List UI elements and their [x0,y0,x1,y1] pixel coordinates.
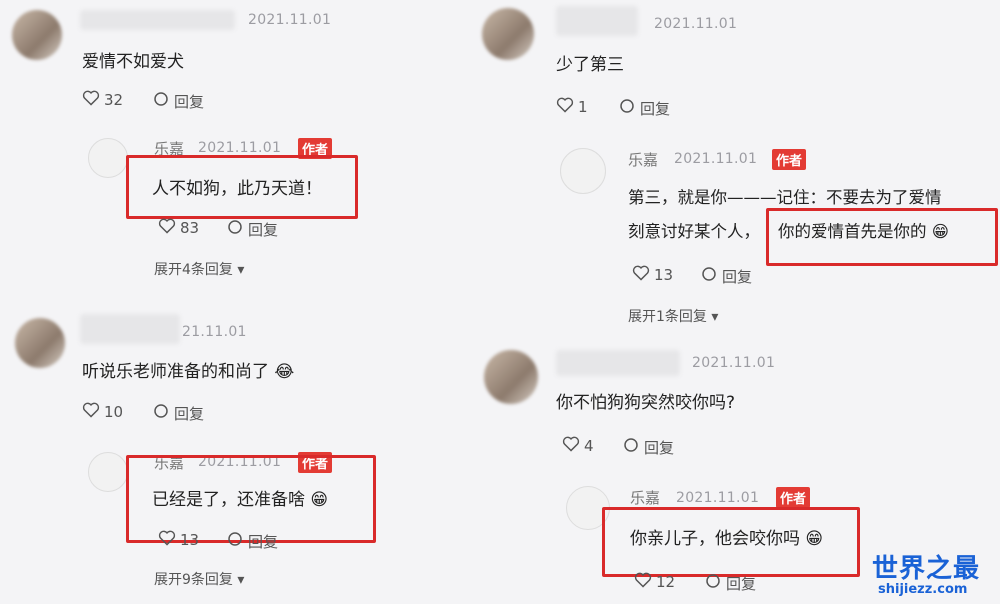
author-avatar[interactable] [88,452,128,492]
commenter-avatar[interactable] [484,350,538,404]
reply-label: 回复 [248,532,279,551]
watermark-url: shijiezz.com [878,582,968,597]
comment-bubble-icon [700,265,718,287]
reply-label: 回复 [640,99,671,118]
like-count: 32 [104,91,124,109]
comment-timestamp: 2021.11.01 [654,16,738,32]
watermark-logo: 世界之最 [872,554,981,584]
reply-button[interactable]: 回复 [622,436,674,458]
heart-icon [158,218,176,238]
heart-icon [82,90,100,110]
like-button[interactable]: 83 [158,218,199,238]
comment-bubble-icon [152,402,170,424]
caret-down-icon: ▾ [711,309,719,325]
like-button[interactable]: 13 [158,530,199,550]
comment-bubble-icon [704,572,722,594]
reply-button[interactable]: 回复 [226,530,278,552]
expand-label: 展开1条回复 [628,309,707,325]
commenter-name-blurred [80,314,180,344]
commenter-avatar[interactable] [15,318,65,368]
like-button[interactable]: 4 [562,436,594,456]
reply-timestamp: 2021.11.01 [676,490,760,506]
heart-icon [634,572,652,592]
highlight-box [126,155,358,219]
reply-button[interactable]: 回复 [152,402,204,424]
like-count: 4 [584,437,594,455]
reply-timestamp: 2021.11.01 [198,140,282,156]
expand-replies-button[interactable]: 展开1条回复 ▾ [628,306,718,326]
like-count: 13 [654,266,674,284]
highlight-box [602,507,860,577]
author-name[interactable]: 乐嘉 [630,487,660,508]
heart-icon [82,402,100,422]
expand-label: 展开9条回复 [154,572,233,588]
commenter-avatar[interactable] [12,10,62,60]
reply-timestamp: 2021.11.01 [674,151,758,167]
comment-timestamp: 2021.11.01 [248,12,332,28]
commenter-name-blurred [80,10,235,30]
like-button[interactable]: 32 [82,90,123,110]
comment-bubble-icon [152,90,170,112]
author-avatar[interactable] [88,138,128,178]
heart-icon [158,530,176,550]
reply-button[interactable]: 回复 [618,97,670,119]
like-count: 83 [180,219,200,237]
comment-bubble-icon [226,218,244,240]
comment-text: 爱情不如爱犬 [82,52,184,72]
reply-button[interactable]: 回复 [226,218,278,240]
reply-label: 回复 [644,438,675,457]
reply-button[interactable]: 回复 [700,265,752,287]
author-badge: 作者 [772,149,807,170]
reply-button[interactable]: 回复 [152,90,204,112]
like-button[interactable]: 13 [632,265,673,285]
laughing-emoji-icon: 😂 [274,362,295,382]
comment-text: 你不怕狗狗突然咬你吗? [556,393,736,413]
reply-label: 回复 [174,92,205,111]
like-count: 1 [578,98,588,116]
highlight-box [766,208,998,266]
like-button[interactable]: 12 [634,572,675,592]
comment-text: 少了第三 [556,55,624,75]
commenter-avatar[interactable] [482,8,534,60]
comment-timestamp: 21.11.01 [182,324,247,340]
commenter-name-blurred [556,6,638,36]
reply-text-line2: 刻意讨好某个人， [628,222,760,241]
heart-icon [556,97,574,117]
author-badge: 作者 [776,487,811,508]
comment-text: 听说乐老师准备的和尚了 😂 [82,357,294,382]
author-avatar[interactable] [560,148,606,194]
comment-text-body: 听说乐老师准备的和尚了 [82,362,269,382]
like-count: 10 [104,403,124,421]
reply-label: 回复 [174,404,205,423]
like-button[interactable]: 10 [82,402,123,422]
comment-bubble-icon [622,436,640,458]
commenter-name-blurred [556,350,680,376]
reply-button[interactable]: 回复 [704,572,756,594]
heart-icon [632,265,650,285]
comment-timestamp: 2021.11.01 [692,355,776,371]
like-count: 13 [180,531,200,549]
reply-label: 回复 [248,220,279,239]
heart-icon [562,436,580,456]
reply-label: 回复 [726,574,757,593]
like-button[interactable]: 1 [556,97,588,117]
reply-text-line1: 第三，就是你———记住：不要去为了爱情 [628,188,942,207]
expand-replies-button[interactable]: 展开9条回复 ▾ [154,569,244,589]
reply-label: 回复 [722,267,753,286]
comment-bubble-icon [618,97,636,119]
expand-replies-button[interactable]: 展开4条回复 ▾ [154,259,244,279]
caret-down-icon: ▾ [237,572,245,588]
like-count: 12 [656,573,676,591]
expand-label: 展开4条回复 [154,262,233,278]
author-name[interactable]: 乐嘉 [628,149,658,170]
comment-bubble-icon [226,530,244,552]
caret-down-icon: ▾ [237,262,245,278]
